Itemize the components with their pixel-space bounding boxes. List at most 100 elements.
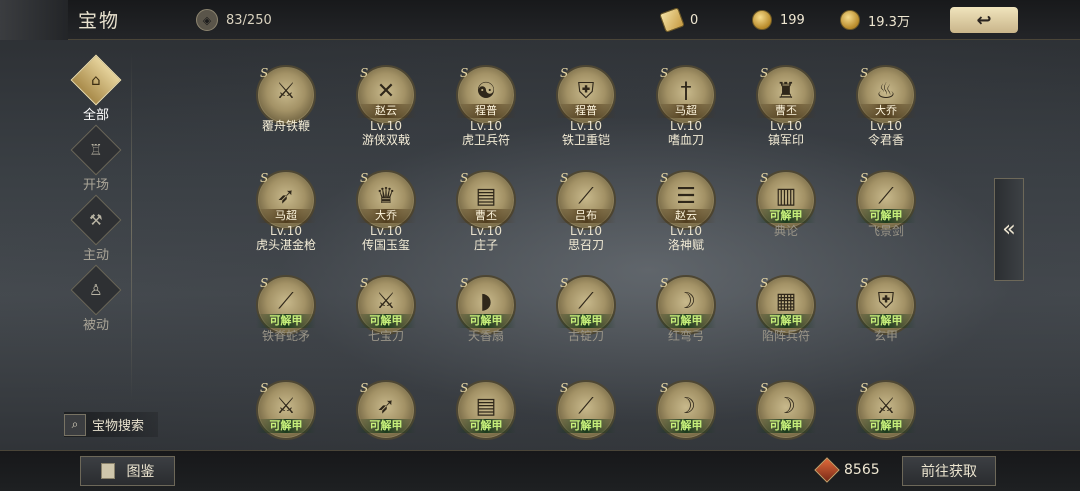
active-skill-icon: ⚒ [70, 194, 122, 246]
treasure-item[interactable]: S ♛ 大乔 Lv.10 传国玉玺 [336, 167, 436, 272]
dismantle-tag: 可解甲 [356, 314, 416, 328]
opening-icon: ♖ [70, 124, 122, 176]
treasure-name: 玄甲 [873, 329, 898, 343]
category-label: 主动 [82, 248, 109, 263]
owner-tag: 程普 [456, 104, 516, 118]
treasure-item[interactable]: S ☯ 程普 Lv.10 虎卫兵符 [436, 62, 536, 167]
treasure-item[interactable]: S ☽ 可解甲 [636, 377, 736, 440]
category-all[interactable]: ⌂ 全部 [60, 54, 132, 124]
owner-tag: 程普 [556, 104, 616, 118]
dismantle-tag: 可解甲 [556, 419, 616, 433]
coin-icon [840, 10, 860, 30]
treasure-item[interactable]: S ▤ 可解甲 [436, 377, 536, 440]
side-panel-toggle[interactable]: « [994, 178, 1024, 281]
treasure-level: Lv.10 [670, 119, 702, 133]
treasure-name: 洛神赋 [667, 238, 704, 252]
treasure-level: Lv.10 [270, 224, 302, 238]
dismantle-tag: 可解甲 [256, 419, 316, 433]
treasure-item[interactable]: S ⚔ 可解甲 [236, 377, 336, 440]
treasure-item[interactable]: S ☽ 可解甲 [736, 377, 836, 440]
treasure-icon: ⚔ [276, 79, 296, 104]
treasure-name: 庄子 [473, 238, 498, 252]
treasure-name: 天香扇 [467, 329, 504, 343]
treasure-item[interactable]: S ⚔ 覆舟铁鞭 [236, 62, 336, 167]
treasure-item[interactable]: S ⛨ 程普 Lv.10 铁卫重铠 [536, 62, 636, 167]
treasure-item[interactable]: S ⟋ 可解甲 铁脊蛇矛 [236, 272, 336, 377]
dismantle-tag: 可解甲 [856, 314, 916, 328]
category-active[interactable]: ⚒ 主动 [60, 194, 132, 264]
dismantle-tag: 可解甲 [756, 209, 816, 223]
currency-gold-value: 199 [780, 12, 805, 28]
treasure-item[interactable]: S ☰ 赵云 Lv.10 洛神赋 [636, 167, 736, 272]
owner-tag: 曹丕 [756, 104, 816, 118]
treasure-level: Lv.10 [570, 119, 602, 133]
currency-coin[interactable]: 19.3万 [840, 9, 910, 31]
dismantle-tag: 可解甲 [756, 314, 816, 328]
treasure-level: Lv.10 [770, 119, 802, 133]
treasure-name: 嗜血刀 [667, 133, 704, 147]
treasure-level: Lv.10 [870, 119, 902, 133]
currency-gold[interactable]: 199 [752, 9, 805, 31]
title-ornament [0, 0, 68, 40]
treasure-name: 七宝刀 [367, 329, 404, 343]
currency-ticket-value: 0 [690, 12, 699, 28]
passive-skill-icon: ♙ [70, 264, 122, 316]
treasure-name: 红弯弓 [667, 329, 704, 343]
dismantle-tag: 可解甲 [656, 419, 716, 433]
category-label: 全部 [82, 108, 109, 123]
treasure-item[interactable]: S ▤ 曹丕 Lv.10 庄子 [436, 167, 536, 272]
treasure-item[interactable]: S ➶ 马超 Lv.10 虎头湛金枪 [236, 167, 336, 272]
back-arrow-icon: ↩ [976, 9, 992, 31]
category-passive[interactable]: ♙ 被动 [60, 264, 132, 334]
treasure-name: 虎卫兵符 [461, 133, 510, 147]
go-obtain-button[interactable]: 前往获取 [902, 456, 996, 486]
dismantle-tag: 可解甲 [856, 419, 916, 433]
dismantle-tag: 可解甲 [856, 209, 916, 223]
treasure-level: Lv.10 [370, 224, 402, 238]
treasure-item[interactable]: S ⟋ 可解甲 飞景剑 [836, 167, 916, 272]
treasure-item[interactable]: S ⚔ 可解甲 七宝刀 [336, 272, 436, 377]
treasure-item[interactable]: S ▥ 可解甲 典论 [736, 167, 836, 272]
treasure-name: 虎头湛金枪 [255, 238, 316, 252]
treasure-item[interactable]: S ◗ 可解甲 天香扇 [436, 272, 536, 377]
treasure-item[interactable]: S ➶ 可解甲 [336, 377, 436, 440]
owner-tag: 曹丕 [456, 209, 516, 223]
dismantle-tag: 可解甲 [356, 419, 416, 433]
dismantle-tag: 可解甲 [456, 419, 516, 433]
all-treasure-icon: ⌂ [70, 54, 122, 106]
treasure-level: Lv.10 [370, 119, 402, 133]
treasure-item[interactable]: S ▦ 可解甲 陷阵兵符 [736, 272, 836, 377]
treasure-name: 飞景剑 [867, 224, 904, 238]
treasure-item[interactable]: S ✕ 赵云 Lv.10 游侠双戟 [336, 62, 436, 167]
double-chevron-left-icon: « [1002, 217, 1016, 242]
currency-ticket[interactable]: 0 [659, 7, 699, 33]
treasure-name: 典论 [773, 224, 798, 238]
codex-button[interactable]: 图鉴 [80, 456, 175, 486]
category-opening[interactable]: ♖ 开场 [60, 124, 132, 194]
treasure-item[interactable]: S ♜ 曹丕 Lv.10 镇军印 [736, 62, 836, 167]
category-label: 开场 [82, 178, 109, 193]
gold-ingot-icon [752, 10, 772, 30]
currency-coin-value: 19.3万 [868, 14, 910, 30]
bag-icon: ◈ [196, 9, 218, 31]
treasure-item[interactable]: S † 马超 Lv.10 嗜血刀 [636, 62, 736, 167]
treasure-level: Lv.10 [470, 119, 502, 133]
treasure-level: Lv.10 [670, 224, 702, 238]
treasure-item[interactable]: S ♨ 大乔 Lv.10 令君香 [836, 62, 916, 167]
dismantle-tag: 可解甲 [556, 314, 616, 328]
treasure-item[interactable]: S ⚔ 可解甲 [836, 377, 916, 440]
treasure-item[interactable]: S ⟋ 吕布 Lv.10 思召刀 [536, 167, 636, 272]
treasure-search[interactable]: ⌕ 宝物搜索 [64, 412, 158, 437]
owner-tag: 赵云 [356, 104, 416, 118]
treasure-item[interactable]: S ⟋ 可解甲 [536, 377, 636, 440]
treasure-item[interactable]: S ⟋ 可解甲 古锭刀 [536, 272, 636, 377]
owner-tag: 马超 [256, 209, 316, 223]
owner-tag: 马超 [656, 104, 716, 118]
treasure-item[interactable]: S ☽ 可解甲 红弯弓 [636, 272, 736, 377]
back-button[interactable]: ↩ [950, 7, 1018, 33]
treasure-item[interactable]: S ⛨ 可解甲 玄甲 [836, 272, 916, 377]
category-label: 被动 [82, 318, 109, 333]
owner-tag: 大乔 [356, 209, 416, 223]
dismantle-tag: 可解甲 [756, 419, 816, 433]
treasure-level: Lv.10 [570, 224, 602, 238]
